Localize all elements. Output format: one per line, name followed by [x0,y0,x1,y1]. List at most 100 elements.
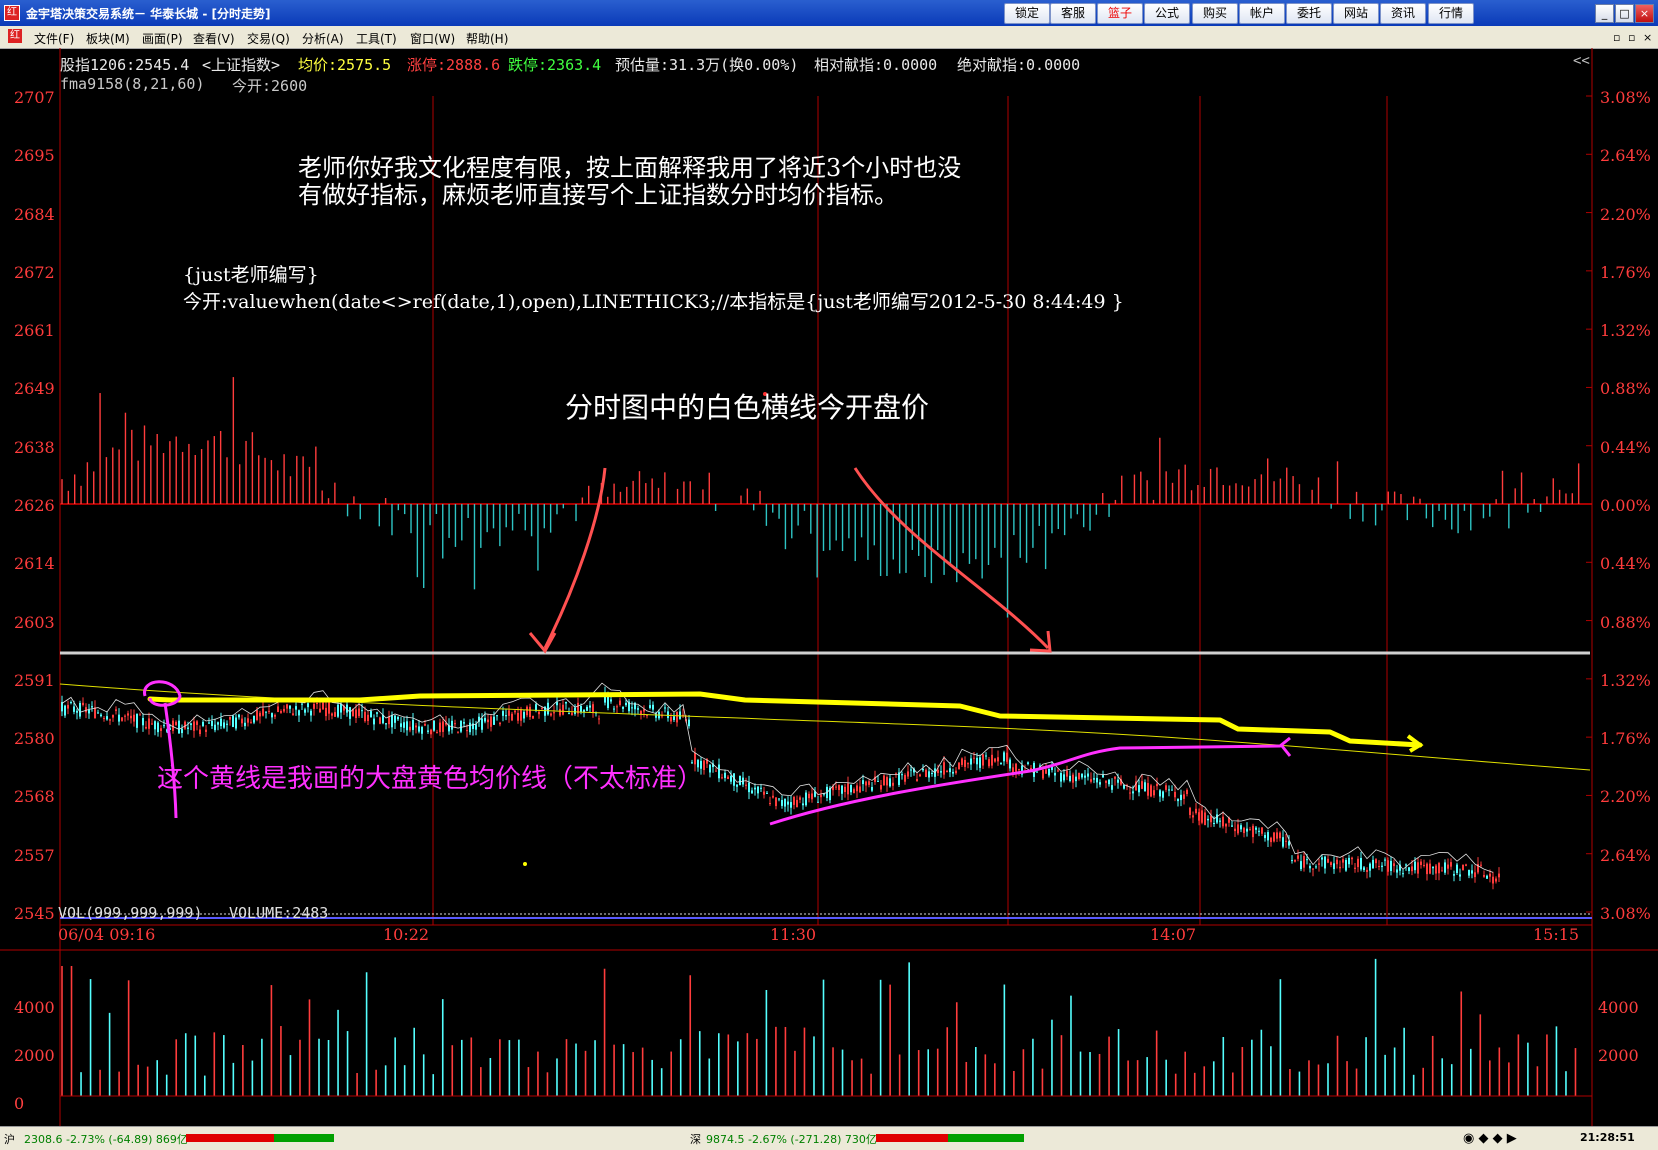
formula-button[interactable]: 公式 [1144,3,1190,24]
quotes-button[interactable]: 行情 [1428,3,1474,24]
price-candle-body [772,795,774,798]
account-button[interactable]: 帐户 [1239,3,1285,24]
price-candle-body [106,716,108,720]
menu-tools[interactable]: 工具(T) [356,30,397,47]
price-candle-body [244,722,246,727]
price-candle-body [400,723,402,727]
price-candle-body [616,706,618,708]
price-candle-body [1183,794,1185,799]
price-candle-body [1204,812,1206,825]
customer-service-button[interactable]: 客服 [1050,3,1096,24]
price-candle-body [571,712,573,716]
quote-est-volume: 预估量:31.3万(换0.00%) [615,56,799,74]
volume-tick-left: 4000 [14,998,55,1017]
price-candle-body [1480,864,1482,866]
price-candle-body [1462,864,1464,871]
price-candle-body [1300,861,1302,870]
price-candle-body [1096,777,1098,783]
price-candle-body [1123,784,1125,789]
price-candle-body [1114,776,1116,779]
price-candle-body [1381,865,1383,867]
menu-trade[interactable]: 交易(Q) [247,30,290,47]
price-candle-body [856,785,858,792]
menu-view[interactable]: 查看(V) [193,30,235,47]
price-candle-body [1156,783,1158,787]
price-candle-body [1351,857,1353,860]
time-tick-label: 10:22 [383,925,430,944]
price-candle-body [376,712,378,714]
mdi-restore-button[interactable]: ▫ [1628,31,1635,44]
price-candle-body [988,759,990,767]
collapse-button[interactable]: << [1573,53,1590,69]
price-candle-body [493,716,495,725]
price-candle-body [118,714,120,722]
percent-tick-label: 2.64% [1600,146,1651,166]
price-candle-body [319,708,321,713]
price-candle-body [883,775,885,786]
price-candle-body [796,799,798,808]
open-today-value: 今开:2600 [232,77,308,95]
price-candle-body [1258,830,1260,832]
menu-help[interactable]: 帮助(H) [466,30,508,47]
stray-dot [523,862,527,866]
price-candle-body [1009,759,1011,769]
time-tick-label: 14:07 [1150,925,1197,944]
price-candle-body [1339,866,1341,869]
price-candle-body [715,770,717,772]
price-candle-body [463,722,465,724]
basket-button[interactable]: 篮子 [1097,3,1143,24]
price-candle-body [430,729,432,735]
menu-file[interactable]: 文件(F) [34,30,74,47]
price-candle-body [844,786,846,793]
mdi-minimize-button[interactable]: ▫ [1613,31,1620,44]
entrust-button[interactable]: 委托 [1286,3,1332,24]
sz-market-quote[interactable]: 9874.5 -2.67% (-271.28) 730亿 [706,1131,877,1147]
price-candle-body [265,711,267,713]
price-candle-body [592,704,594,713]
website-button[interactable]: 网站 [1333,3,1379,24]
price-candle-body [1408,867,1410,872]
price-candle-body [130,715,132,719]
price-candle-body [1090,779,1092,782]
price-candle-body [1261,827,1263,834]
price-candle-body [646,715,648,717]
minimize-button[interactable]: _ [1595,4,1614,23]
news-button[interactable]: 资讯 [1380,3,1426,24]
price-candle-body [70,702,72,704]
price-candle-body [667,711,669,719]
menu-window[interactable]: 窗口(W) [410,30,455,47]
sh-market-quote[interactable]: 2308.6 -2.73% (-64.89) 869亿 [24,1131,188,1147]
menu-screen[interactable]: 画面(P) [142,30,183,47]
price-candle-body [964,759,966,767]
close-button[interactable]: × [1635,4,1654,23]
system-menu-icon[interactable]: 红 [8,29,22,43]
time-tick-label: 06/04 09:16 [58,925,156,944]
price-candle-body [160,728,162,731]
price-candle-body [1405,864,1407,866]
buy-button[interactable]: 购买 [1192,3,1238,24]
price-candle-body [775,797,777,807]
price-candle-body [703,760,705,771]
price-candle-body [541,707,543,709]
maximize-button[interactable]: □ [1615,4,1634,23]
menu-analysis[interactable]: 分析(A) [302,30,344,47]
chart-area[interactable]: 股指1206:2545.4 <上证指数> 均价:2575.5 涨停:2888.6… [0,48,1658,1126]
price-candle-body [1474,872,1476,878]
price-candle-body [232,715,234,727]
price-candle-body [88,709,90,714]
price-candle-body [208,722,210,724]
quote-index: <上证指数> [202,56,281,74]
lock-button[interactable]: 锁定 [1004,3,1050,24]
price-candle-body [619,700,621,705]
price-candle-body [1102,775,1104,778]
price-candle-body [1132,791,1134,794]
menu-sector[interactable]: 板块(M) [86,30,130,47]
price-candle-body [1426,863,1428,875]
price-candle-body [190,723,192,725]
tray-icons: ◉ ◆ ◆ ▶ [1463,1131,1517,1146]
mdi-close-button[interactable]: × [1643,31,1652,44]
price-candle-body [184,721,186,729]
price-candle-body [424,724,426,726]
price-candle-body [979,757,981,768]
price-candle-body [1234,828,1236,832]
